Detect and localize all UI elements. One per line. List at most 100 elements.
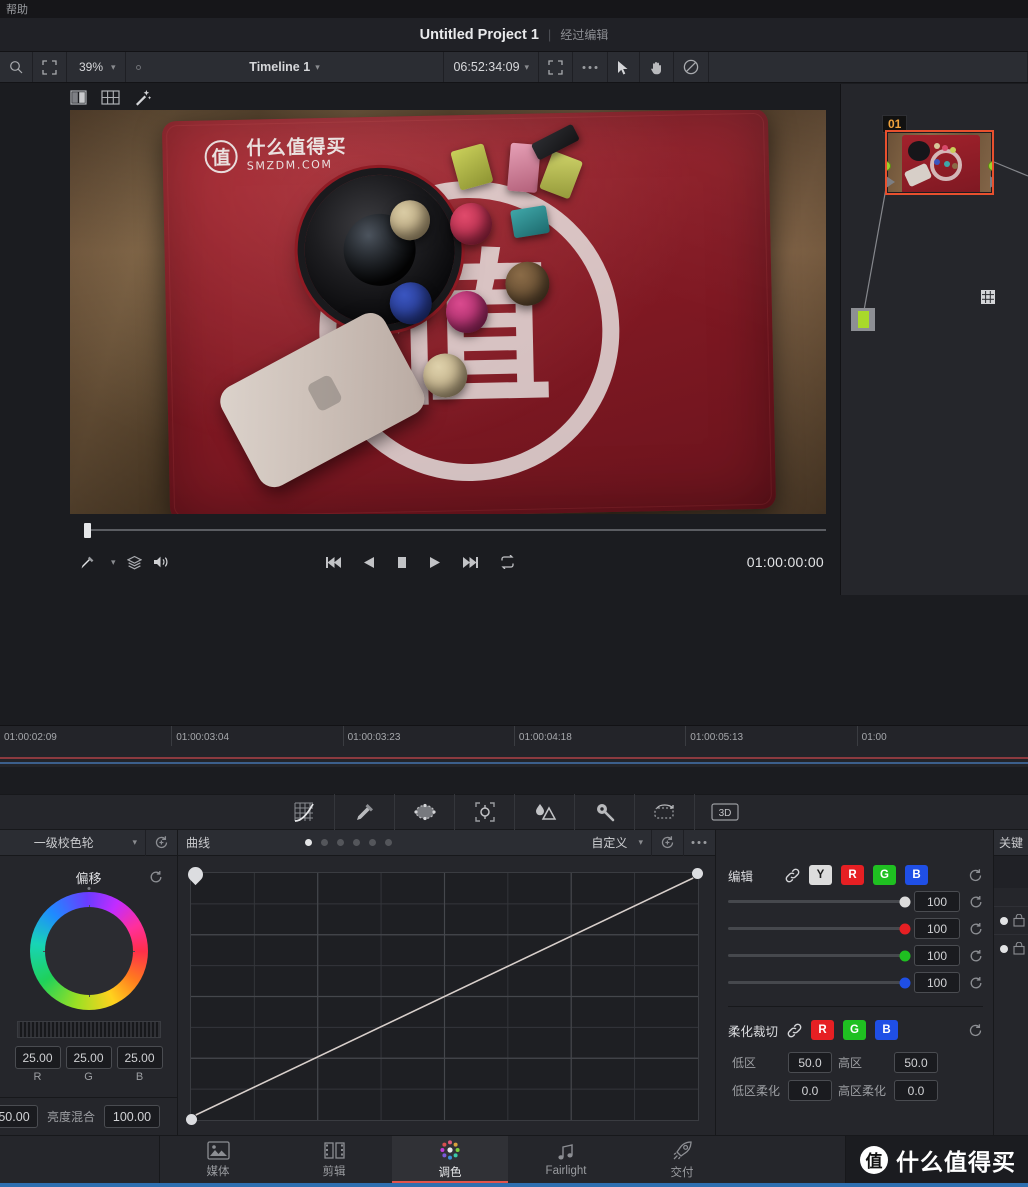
slider-value-b[interactable]: 100 [914, 972, 960, 993]
softclip-channel-b[interactable]: B [875, 1020, 899, 1040]
softclip-channel-r[interactable]: R [811, 1020, 835, 1040]
reset-icon[interactable] [969, 922, 983, 936]
curve-dot[interactable] [337, 839, 345, 846]
more-options-icon[interactable] [682, 829, 715, 856]
wheel-handle[interactable] [81, 943, 96, 959]
node-editor-panel[interactable]: 01 [841, 84, 1028, 595]
hand-tool-icon[interactable] [640, 52, 675, 82]
node-01[interactable] [885, 130, 994, 195]
sizing-icon[interactable] [634, 794, 694, 830]
node-output-connector[interactable] [988, 161, 992, 171]
power-window-icon[interactable] [394, 794, 454, 830]
chevron-down-icon[interactable]: ▾ [111, 557, 116, 568]
softclip-value-low-soft[interactable]: 0.0 [788, 1080, 832, 1101]
qualifier-eyedropper-icon[interactable] [334, 794, 394, 830]
reset-icon[interactable] [650, 829, 683, 856]
slider-track-b[interactable] [728, 977, 911, 988]
expand-viewer-icon[interactable] [539, 52, 574, 82]
zoom-level-selector[interactable]: 39% ▾ [67, 52, 126, 82]
slider-knob-b[interactable] [899, 977, 911, 988]
slider-value-r[interactable]: 100 [914, 918, 960, 939]
wheel-value-b[interactable]: 25.00 [116, 1046, 163, 1069]
arrow-cursor-icon[interactable] [608, 52, 641, 82]
split-view-icon[interactable] [70, 89, 87, 105]
curve-dot[interactable] [369, 839, 377, 846]
slider-knob-g[interactable] [899, 950, 911, 961]
wheels-mode-label[interactable]: 一级校色轮 [0, 834, 127, 851]
offset-color-wheel[interactable] [29, 887, 148, 1010]
more-options-icon[interactable] [573, 52, 609, 82]
wheel-value-g[interactable]: 25.00 [65, 1046, 112, 1069]
link-icon[interactable] [787, 1023, 802, 1038]
eyedropper-icon[interactable] [80, 555, 95, 570]
reset-all-icon[interactable] [145, 829, 177, 856]
channel-button-b[interactable]: B [905, 865, 928, 885]
keyframe-dot-icon[interactable] [1000, 916, 1008, 925]
curves-icon[interactable] [274, 794, 334, 830]
channel-button-y[interactable]: Y [809, 865, 832, 885]
reset-icon[interactable] [969, 895, 983, 909]
slider-track-r[interactable] [728, 923, 911, 934]
blur-icon[interactable] [514, 794, 574, 830]
disable-tool-icon[interactable] [674, 52, 710, 82]
softclip-value-high-soft[interactable]: 0.0 [894, 1080, 938, 1101]
loop-icon[interactable] [500, 555, 515, 569]
stop-icon[interactable] [396, 556, 408, 569]
softclip-value-low[interactable]: 50.0 [788, 1052, 832, 1073]
slider-track-g[interactable] [728, 950, 911, 961]
slider-value-y[interactable]: 100 [914, 891, 960, 912]
timeline-ruler[interactable]: 01:00:02:09 01:00:03:04 01:00:03:23 01:0… [0, 725, 1028, 767]
slider-track-y[interactable] [728, 896, 911, 907]
layers-icon[interactable] [126, 555, 142, 570]
skip-to-end-icon[interactable] [462, 556, 479, 569]
timeline-audio-strip[interactable] [0, 762, 1028, 764]
skip-to-start-icon[interactable] [325, 556, 342, 569]
timecode-display[interactable]: 06:52:34:09 ▾ [444, 52, 540, 82]
softclip-channel-g[interactable]: G [843, 1020, 867, 1040]
keyframe-dot-icon[interactable] [1000, 944, 1008, 953]
grid-view-icon[interactable] [101, 89, 120, 105]
link-icon[interactable] [785, 868, 800, 883]
curve-dot[interactable] [321, 839, 329, 846]
reset-icon[interactable] [969, 949, 983, 963]
channel-button-g[interactable]: G [873, 865, 896, 885]
sidebar-item-color[interactable]: 调色 [392, 1136, 508, 1183]
source-thumbnail-icon[interactable] [851, 308, 875, 331]
sidebar-item-fairlight[interactable]: Fairlight [508, 1136, 624, 1183]
curve-dot[interactable] [353, 839, 361, 846]
sidebar-item-media[interactable]: 媒体 [160, 1136, 276, 1183]
lock-icon[interactable] [1013, 942, 1025, 955]
play-reverse-icon[interactable] [363, 556, 375, 569]
timeline-selector[interactable]: Timeline 1 ▾ [126, 52, 445, 82]
reset-icon[interactable] [968, 868, 983, 883]
keyframe-track-row[interactable] [994, 934, 1028, 962]
menu-item-help[interactable]: 帮助 [6, 1, 28, 17]
reset-icon[interactable] [149, 870, 163, 884]
scrubber-playhead[interactable] [84, 522, 91, 538]
slider-value-g[interactable]: 100 [914, 945, 960, 966]
master-wheel-ribbon[interactable] [16, 1021, 161, 1038]
reset-icon[interactable] [968, 1023, 983, 1038]
sidebar-item-edit[interactable]: 剪辑 [276, 1136, 392, 1183]
chevron-down-icon[interactable]: ▾ [132, 837, 137, 848]
curve-dot[interactable] [305, 839, 313, 846]
viewer-scrubber[interactable] [70, 521, 826, 539]
channel-button-r[interactable]: R [841, 865, 864, 885]
curve-dot[interactable] [385, 839, 393, 846]
key-icon[interactable] [574, 794, 634, 830]
tracker-icon[interactable] [454, 794, 514, 830]
sidebar-item-deliver[interactable]: 交付 [624, 1136, 740, 1183]
contrast-value[interactable]: 50.00 [0, 1105, 38, 1128]
slider-knob-r[interactable] [899, 923, 911, 934]
wheel-value-r[interactable]: 25.00 [14, 1046, 61, 1069]
reset-icon[interactable] [969, 976, 983, 990]
keyframe-track-row[interactable] [994, 906, 1028, 934]
speaker-icon[interactable] [153, 555, 170, 569]
lock-icon[interactable] [1013, 914, 1025, 927]
softclip-value-high[interactable]: 50.0 [894, 1052, 938, 1073]
viewer-image[interactable]: 值 值 什么值得买 SMZDM.COM [70, 110, 826, 514]
fullscreen-icon[interactable] [33, 52, 67, 82]
slider-knob-y[interactable] [899, 896, 911, 907]
lum-mix-value[interactable]: 100.00 [104, 1105, 161, 1128]
3d-icon[interactable]: 3D [694, 794, 754, 830]
